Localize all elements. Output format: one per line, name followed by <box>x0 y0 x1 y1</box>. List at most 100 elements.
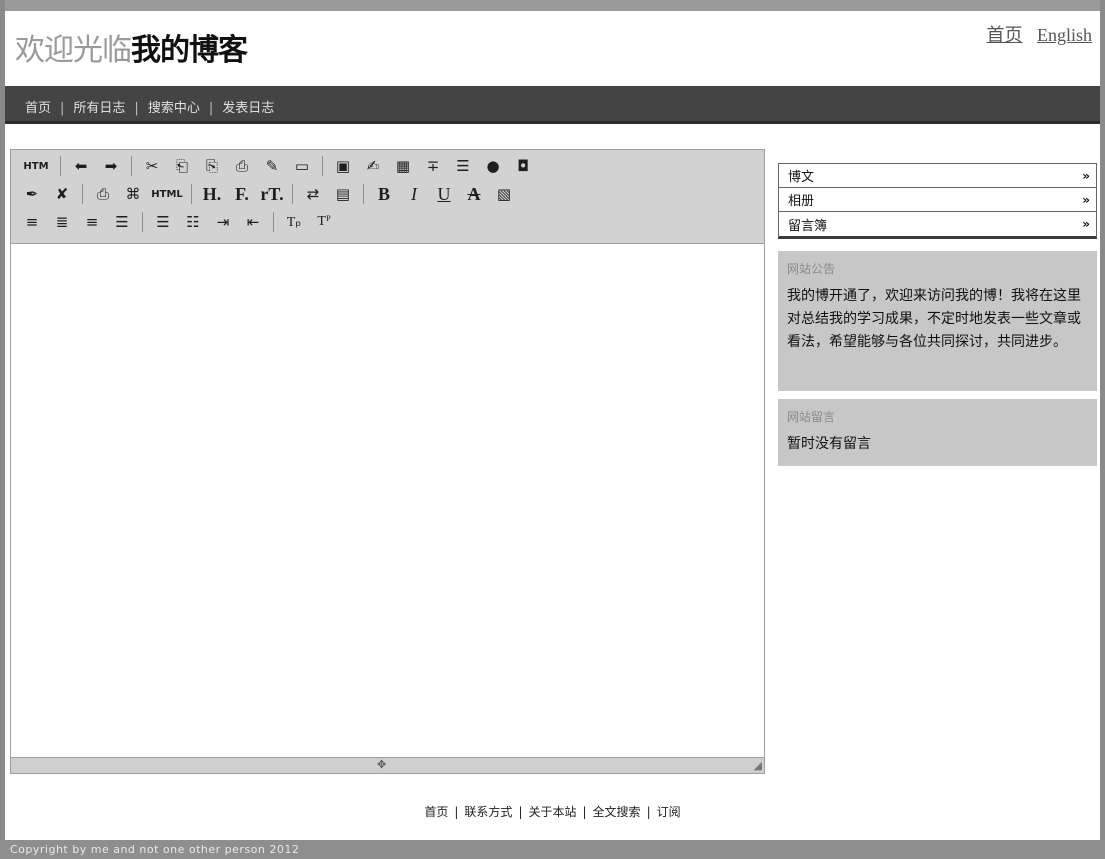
strikethrough-button[interactable]: A <box>463 183 485 205</box>
nav-item-post-log[interactable]: 发表日志 <box>222 101 274 116</box>
site-title-blog: 我的博客 <box>131 33 248 68</box>
unlink-icon[interactable]: ✘ <box>51 183 73 205</box>
footer-link-fulltext-search[interactable]: 全文搜索 <box>593 805 641 819</box>
footer-link-contact[interactable]: 联系方式 <box>464 805 512 819</box>
align-center-icon[interactable]: ≣ <box>51 211 73 233</box>
footer-separator: | <box>582 805 587 819</box>
replace-icon[interactable]: ✍ <box>362 155 384 177</box>
paste-text-icon[interactable]: ⎙ <box>231 155 253 177</box>
toolbar-separator <box>131 156 132 176</box>
toolbar-row-1: HTM ⬅ ➡ ✂ ⎗ ⎘ ⎙ ✎ ▭ ▣ ✍ ▦ ∓ ☰ ● ◘ <box>21 154 542 178</box>
nav-separator: | <box>60 101 65 116</box>
horizontal-rule-icon[interactable]: ∓ <box>422 155 444 177</box>
underline-button[interactable]: U <box>433 183 455 205</box>
footer-links: 首页 | 联系方式 | 关于本站 | 全文搜索 | 订阅 <box>0 803 1105 820</box>
top-links: 首页 English <box>976 21 1092 47</box>
table-icon[interactable]: ▦ <box>392 155 414 177</box>
highlight-icon[interactable]: ▤ <box>332 183 354 205</box>
cut-icon[interactable]: ✂ <box>141 155 163 177</box>
outdent-icon[interactable]: ⇤ <box>242 211 264 233</box>
top-link-english[interactable]: English <box>1037 25 1092 45</box>
heading-button[interactable]: H. <box>201 183 223 205</box>
fullscreen-icon[interactable]: ⌘ <box>122 183 144 205</box>
toolbar-separator <box>322 156 323 176</box>
bold-button[interactable]: B <box>373 183 395 205</box>
copy-icon[interactable]: ⎗ <box>171 155 193 177</box>
comment-icon[interactable]: ▭ <box>291 155 313 177</box>
editor-content-area[interactable] <box>11 244 764 757</box>
site-messages-body: 暂时没有留言 <box>787 436 871 452</box>
sidebar-item-label: 博文 <box>788 170 815 185</box>
unordered-list-icon[interactable]: ☷ <box>182 211 204 233</box>
italic-button[interactable]: I <box>403 183 425 205</box>
chevron-right-icon: » <box>1082 168 1090 183</box>
paste-word-icon[interactable]: ✎ <box>261 155 283 177</box>
link-icon[interactable]: ✒ <box>21 183 43 205</box>
indent-icon[interactable]: ⇥ <box>212 211 234 233</box>
superscript-button[interactable]: Tᴾ <box>313 211 335 233</box>
align-justify-icon[interactable]: ☰ <box>111 211 133 233</box>
copyright-bar: Copyright by me and not one other person… <box>0 840 1105 859</box>
list-icon[interactable]: ☰ <box>452 155 474 177</box>
footer-separator: | <box>454 805 459 819</box>
toolbar-separator <box>142 212 143 232</box>
align-left-icon[interactable]: ≡ <box>21 211 43 233</box>
toolbar-separator <box>191 184 192 204</box>
text-color-icon[interactable]: ⇄ <box>302 183 324 205</box>
site-messages-title: 网站留言 <box>787 410 836 424</box>
footer-link-home[interactable]: 首页 <box>424 805 448 819</box>
site-notice-body: 我的博开通了，欢迎来访问我的博！我将在这里对总结我的学习成果，不定时地发表一些文… <box>787 288 1081 350</box>
toolbar-separator <box>363 184 364 204</box>
sidebar-item-posts[interactable]: 博文 » <box>779 164 1096 188</box>
toolbar-row-2: ✒ ✘ ⎙ ⌘ HTML H. F. rT. ⇄ ▤ B I U A ▧ <box>21 182 523 206</box>
nav-item-all-logs[interactable]: 所有日志 <box>73 101 125 116</box>
footer-link-subscribe[interactable]: 订阅 <box>657 805 681 819</box>
clear-format-icon[interactable]: ▧ <box>493 183 515 205</box>
sidebar-item-label: 相册 <box>788 194 815 209</box>
paste-icon[interactable]: ⎘ <box>201 155 223 177</box>
site-messages-panel: 网站留言 暂时没有留言 <box>778 399 1097 466</box>
font-family-button[interactable]: F. <box>231 183 253 205</box>
special-char-icon[interactable]: ◘ <box>512 155 534 177</box>
redo-icon[interactable]: ➡ <box>100 155 122 177</box>
top-link-home[interactable]: 首页 <box>986 25 1022 45</box>
site-notice-panel: 网站公告 我的博开通了，欢迎来访问我的博！我将在这里对总结我的学习成果，不定时地… <box>778 251 1097 391</box>
toolbar-row-3: ≡ ≣ ≡ ☰ ☰ ☷ ⇥ ⇤ Tₚ Tᴾ <box>21 210 343 234</box>
nav-separator: | <box>134 101 139 116</box>
print-icon[interactable]: ⎙ <box>92 183 114 205</box>
editor-resize-bar[interactable]: ✥ ◢ <box>11 757 764 773</box>
rich-text-editor: HTM ⬅ ➡ ✂ ⎗ ⎘ ⎙ ✎ ▭ ▣ ✍ ▦ ∓ ☰ ● ◘ ✒ ✘ ⎙ … <box>10 149 765 774</box>
undo-icon[interactable]: ⬅ <box>70 155 92 177</box>
chevron-right-icon: » <box>1082 217 1090 231</box>
find-icon[interactable]: ▣ <box>332 155 354 177</box>
site-header: 欢迎光临我的博客 首页 English <box>5 11 1100 86</box>
footer-link-about[interactable]: 关于本站 <box>528 805 576 819</box>
nav-bar: 首页 | 所有日志 | 搜索中心 | 发表日志 <box>5 86 1100 124</box>
html-mode-button[interactable]: HTML <box>151 183 183 205</box>
editor-toolbar: HTM ⬅ ➡ ✂ ⎗ ⎘ ⎙ ✎ ▭ ▣ ✍ ▦ ∓ ☰ ● ◘ ✒ ✘ ⎙ … <box>11 150 764 244</box>
resize-handle-icon[interactable]: ✥ <box>377 758 386 771</box>
site-notice-title: 网站公告 <box>787 262 836 276</box>
footer-separator: | <box>646 805 651 819</box>
copyright-text: Copyright by me and not one other person… <box>10 843 300 856</box>
emoticon-icon[interactable]: ● <box>482 155 504 177</box>
nav-items: 首页 | 所有日志 | 搜索中心 | 发表日志 <box>25 97 274 116</box>
nav-separator: | <box>208 101 214 116</box>
sidebar-item-album[interactable]: 相册 » <box>779 188 1096 212</box>
sidebar-menu: 博文 » 相册 » 留言簿 » <box>778 163 1097 239</box>
resize-grip-icon[interactable]: ◢ <box>754 759 762 772</box>
align-right-icon[interactable]: ≡ <box>81 211 103 233</box>
subscript-button[interactable]: Tₚ <box>283 211 305 233</box>
font-size-button[interactable]: rT. <box>260 183 283 205</box>
ordered-list-icon[interactable]: ☰ <box>152 211 174 233</box>
html-source-button[interactable]: HTM <box>21 155 51 177</box>
nav-item-home[interactable]: 首页 <box>25 101 51 116</box>
toolbar-separator <box>292 184 293 204</box>
site-title: 欢迎光临我的博客 <box>15 25 248 69</box>
sidebar-item-guestbook[interactable]: 留言簿 » <box>779 212 1096 236</box>
toolbar-separator <box>82 184 83 204</box>
sidebar-item-label: 留言簿 <box>788 218 828 234</box>
toolbar-separator <box>60 156 61 176</box>
nav-item-search[interactable]: 搜索中心 <box>148 101 200 116</box>
chevron-right-icon: » <box>1082 192 1090 207</box>
